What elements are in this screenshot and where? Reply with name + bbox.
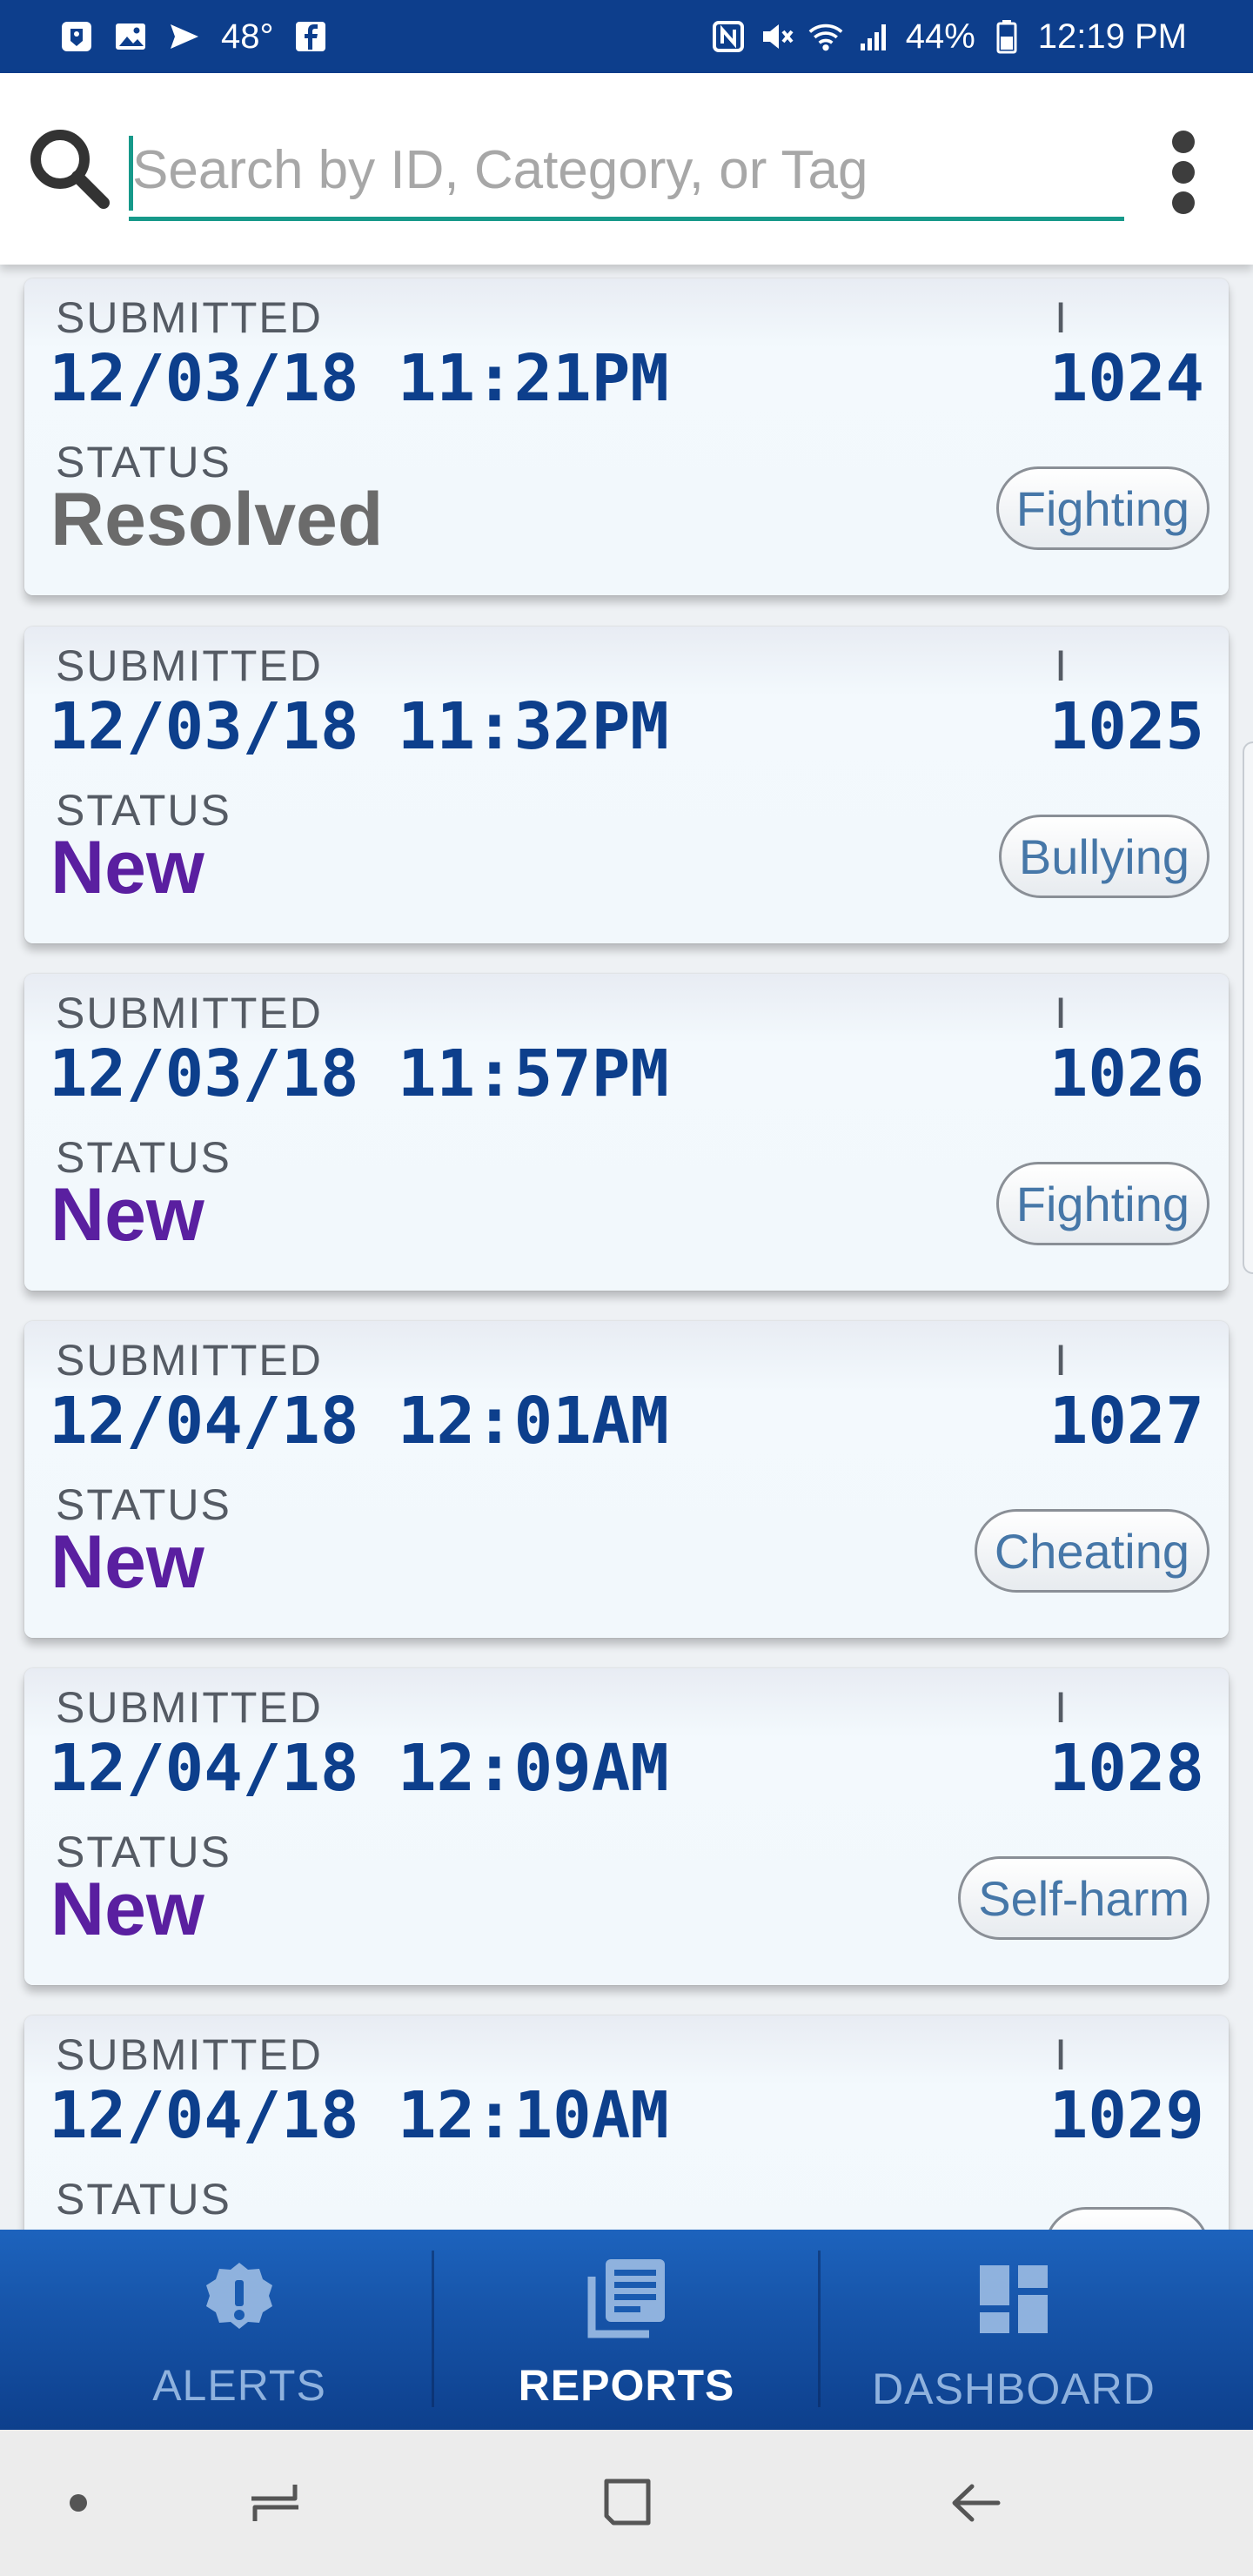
category-tag[interactable] <box>1044 2207 1209 2230</box>
battery-icon <box>989 19 1024 54</box>
battery-percent: 44% <box>905 17 975 56</box>
category-tag[interactable]: Cheating <box>974 1509 1209 1593</box>
nfc-icon <box>711 19 746 54</box>
search-icon[interactable] <box>21 120 117 216</box>
nav-alerts[interactable]: ALERTS <box>48 2230 431 2430</box>
facebook-icon <box>293 19 328 54</box>
report-id: 1026 <box>1049 1036 1204 1111</box>
submitted-datetime: 12/03/18 11:21PM <box>49 341 669 416</box>
status-value: New <box>50 1173 204 1257</box>
recents-icon[interactable] <box>231 2459 318 2546</box>
report-card[interactable]: SUBMITTED I 12/04/18 12:09AM 1028 STATUS… <box>24 1668 1229 1985</box>
category-tag[interactable]: Self-harm <box>958 1856 1209 1940</box>
search-header <box>0 73 1253 265</box>
submitted-label: SUBMITTED <box>56 1683 323 1732</box>
id-label: I <box>1055 2030 1067 2079</box>
scroll-indicator[interactable] <box>1243 741 1253 1274</box>
nav-label: ALERTS <box>152 2361 326 2410</box>
submitted-label: SUBMITTED <box>56 1336 323 1385</box>
report-id: 1025 <box>1049 689 1204 764</box>
menu-dot <box>1172 191 1195 214</box>
nav-divider <box>818 2251 821 2407</box>
system-nav-bar <box>0 2430 1253 2576</box>
submitted-datetime: 12/03/18 11:57PM <box>49 1036 669 1111</box>
bottom-nav: ALERTS REPORTS DASHBOARD <box>0 2230 1253 2430</box>
gallery-icon <box>113 19 148 54</box>
nav-label: DASHBOARD <box>872 2365 1156 2413</box>
menu-dot <box>1172 131 1195 153</box>
status-bar-left: 48° <box>59 12 328 61</box>
report-card[interactable]: SUBMITTED I 12/03/18 11:21PM 1024 STATUS… <box>24 278 1229 595</box>
dot-icon[interactable] <box>35 2459 122 2546</box>
messages-icon <box>167 19 202 54</box>
notification-icon <box>59 19 94 54</box>
status-value: New <box>50 1868 204 1951</box>
submitted-label: SUBMITTED <box>56 2030 323 2079</box>
status-bar: 48° 44% 12:19 PM <box>0 0 1253 73</box>
submitted-label: SUBMITTED <box>56 989 323 1037</box>
menu-dot <box>1172 161 1195 184</box>
report-card[interactable]: SUBMITTED I 12/03/18 11:32PM 1025 STATUS… <box>24 627 1229 943</box>
dashboard-icon <box>970 2256 1057 2343</box>
temperature: 48° <box>221 17 274 56</box>
status-bar-right: 44% 12:19 PM <box>711 12 1187 61</box>
clock: 12:19 PM <box>1037 17 1187 56</box>
status-value: New <box>50 1520 204 1604</box>
wifi-icon <box>808 19 843 54</box>
submitted-datetime: 12/03/18 11:32PM <box>49 689 669 764</box>
submitted-label: SUBMITTED <box>56 641 323 690</box>
id-label: I <box>1055 1683 1067 1732</box>
status-value: New <box>50 826 204 909</box>
signal-icon <box>857 19 892 54</box>
report-id: 1027 <box>1049 1384 1204 1459</box>
report-id: 1024 <box>1049 341 1204 416</box>
id-label: I <box>1055 989 1067 1037</box>
reports-icon <box>583 2256 670 2343</box>
text-cursor <box>129 136 133 211</box>
overflow-menu-icon[interactable] <box>1149 118 1218 226</box>
nav-reports[interactable]: REPORTS <box>435 2230 818 2430</box>
alert-badge-icon <box>196 2256 283 2343</box>
category-tag[interactable]: Fighting <box>995 1162 1209 1245</box>
report-card[interactable]: SUBMITTED I 12/04/18 12:01AM 1027 STATUS… <box>24 1321 1229 1638</box>
status-value: Resolved <box>50 478 384 561</box>
id-label: I <box>1055 641 1067 690</box>
category-tag[interactable]: Bullying <box>998 815 1209 898</box>
mute-icon <box>760 19 794 54</box>
back-icon[interactable] <box>933 2459 1020 2546</box>
report-card[interactable]: SUBMITTED I 12/03/18 11:57PM 1026 STATUS… <box>24 974 1229 1291</box>
home-icon[interactable] <box>583 2459 670 2546</box>
status-label: STATUS <box>56 2175 231 2224</box>
search-input[interactable] <box>129 124 1124 221</box>
nav-divider <box>432 2251 434 2407</box>
submitted-datetime: 12/04/18 12:01AM <box>49 1384 669 1459</box>
id-label: I <box>1055 293 1067 342</box>
category-tag[interactable]: Fighting <box>995 466 1209 550</box>
report-card[interactable]: SUBMITTED I 12/04/18 12:10AM 1029 STATUS <box>24 2016 1229 2230</box>
report-id: 1029 <box>1049 2078 1204 2153</box>
submitted-label: SUBMITTED <box>56 293 323 342</box>
nav-label: REPORTS <box>518 2361 735 2410</box>
submitted-datetime: 12/04/18 12:10AM <box>49 2078 669 2153</box>
nav-dashboard[interactable]: DASHBOARD <box>822 2230 1205 2430</box>
submitted-datetime: 12/04/18 12:09AM <box>49 1731 669 1806</box>
report-list[interactable]: SUBMITTED I 12/03/18 11:21PM 1024 STATUS… <box>0 265 1253 2230</box>
id-label: I <box>1055 1336 1067 1385</box>
report-id: 1028 <box>1049 1731 1204 1806</box>
